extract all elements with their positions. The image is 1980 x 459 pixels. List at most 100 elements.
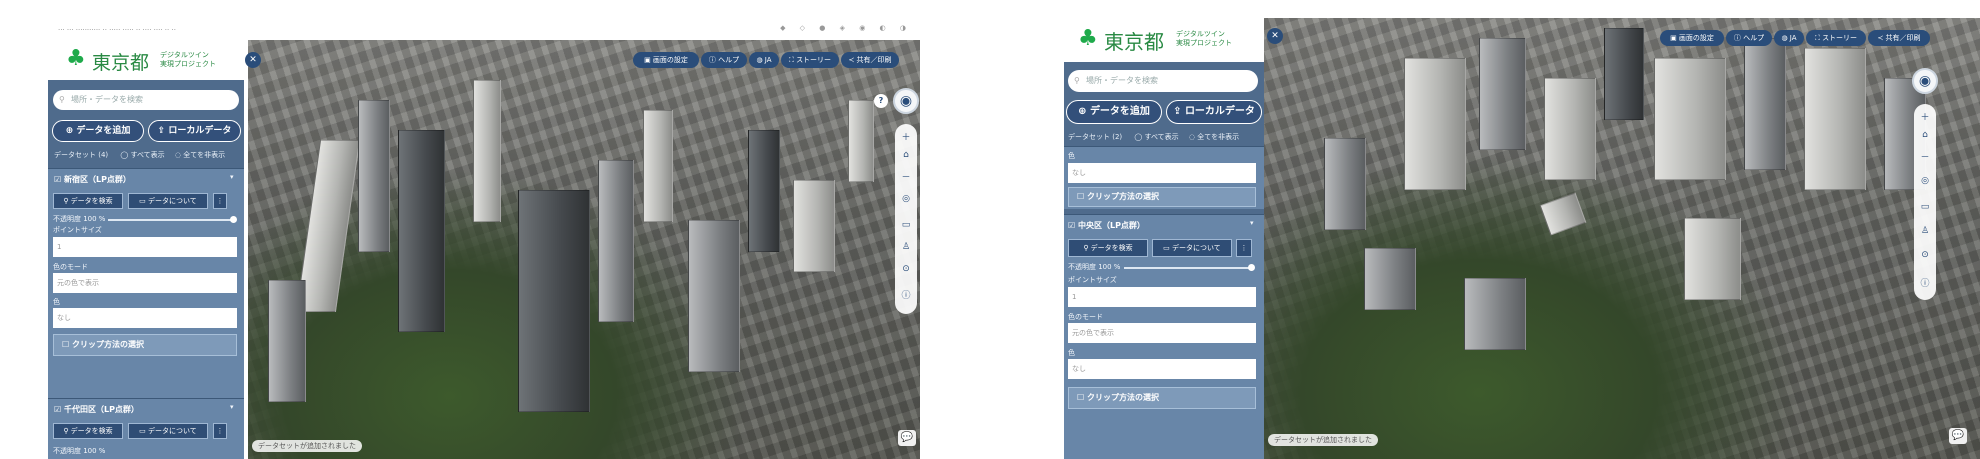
zoom-out-icon[interactable]: － <box>895 170 917 183</box>
search-input[interactable]: ⚲ 場所・データを検索 <box>1068 70 1258 92</box>
color-select[interactable]: なし <box>53 308 237 328</box>
building <box>688 220 740 372</box>
header-logo-area: ♣ 東京都 デジタルツイン 実現プロジェクト <box>48 40 244 80</box>
building <box>1654 58 1726 180</box>
data-search-button[interactable]: ⚲ データを検索 <box>53 423 123 439</box>
search-icon: ⚲ <box>59 95 65 104</box>
color-mode-select[interactable]: 元の色で表示 <box>1068 323 1256 343</box>
more-menu-icon[interactable]: ⋮ <box>213 193 227 209</box>
color-select[interactable]: なし <box>1068 359 1256 379</box>
more-menu-icon[interactable]: ⋮ <box>1236 239 1252 257</box>
search-input[interactable]: ⚲ 場所・データを検索 <box>53 90 239 110</box>
panel-close-icon[interactable]: ✕ <box>245 52 261 68</box>
data-search-button[interactable]: ⚲ データを検索 <box>53 193 123 209</box>
status-message: データセットが追加されました <box>1268 434 1378 446</box>
building <box>1364 248 1416 310</box>
layer-checkbox-title[interactable]: ☑ 新宿区（LP点群） <box>54 174 131 185</box>
panel-close-icon[interactable]: ✕ <box>1267 28 1283 44</box>
language-button[interactable]: ◍ JA <box>1774 30 1804 46</box>
clip-method-toggle[interactable]: ☐ クリップ方法の選択 <box>53 334 237 356</box>
home-icon[interactable]: ⌂ <box>1914 130 1936 140</box>
slider-knob[interactable] <box>1248 264 1255 271</box>
local-data-button[interactable]: ⇪ ローカルデータ <box>148 120 241 142</box>
language-button[interactable]: ◍ JA <box>749 52 779 68</box>
clip-method-toggle[interactable]: ☐ クリップ方法の選択 <box>1068 387 1256 409</box>
color-select[interactable]: なし <box>1068 163 1256 183</box>
map-navigation-bar: ＋ ⌂ － ◎ ▭ ♙ ⊙ ⓘ <box>1914 104 1936 300</box>
logo-text: 東京都 <box>92 52 150 74</box>
add-data-button[interactable]: ⊕ データを追加 <box>52 120 144 142</box>
data-about-button[interactable]: ▭ データについて <box>1152 239 1232 257</box>
dataset-count: データセット (4) <box>54 151 109 159</box>
color-label: 色 <box>1068 349 1075 357</box>
data-about-button[interactable]: ▭ データについて <box>128 423 208 439</box>
building <box>643 110 673 222</box>
status-message: データセットが追加されました <box>252 440 362 452</box>
compass-icon[interactable]: ◉ <box>1912 68 1938 94</box>
add-data-button[interactable]: ⊕ データを追加 <box>1066 100 1162 124</box>
clip-method-toggle[interactable]: ☐ クリップ方法の選択 <box>1068 187 1256 207</box>
point-size-field[interactable]: 1 <box>1068 287 1256 307</box>
show-all-button[interactable]: ◯ すべて表示 <box>1134 133 1178 141</box>
data-search-button[interactable]: ⚲ データを検索 <box>1068 239 1148 257</box>
story-button[interactable]: ⛶ ストーリー <box>1806 30 1866 46</box>
browser-extension-icons[interactable]: ◆ ◇ ● ◈ ◉ ◐ ◑ <box>780 24 912 32</box>
tokyo-leaf-icon: ♣ <box>66 46 86 71</box>
chevron-down-icon[interactable]: ▾ <box>230 403 234 411</box>
chat-icon[interactable]: 💬 <box>1949 428 1967 444</box>
building <box>1404 58 1466 190</box>
building <box>1684 218 1741 300</box>
point-size-field[interactable]: 1 <box>53 237 237 257</box>
building <box>748 130 780 252</box>
home-icon[interactable]: ⌂ <box>895 150 917 160</box>
opacity-label: 不透明度 100 % <box>53 215 106 223</box>
chevron-down-icon[interactable]: ▾ <box>230 173 234 181</box>
building <box>1744 38 1786 170</box>
compass-icon[interactable]: ◉ <box>893 88 919 114</box>
opacity-slider[interactable] <box>1124 264 1255 271</box>
pedestrian-icon[interactable]: ♙ <box>895 242 917 252</box>
zoom-out-icon[interactable]: － <box>1914 150 1936 163</box>
map-viewport[interactable] <box>1264 18 1980 459</box>
point-size-label: ポイントサイズ <box>1068 276 1117 284</box>
map-viewport[interactable] <box>248 40 920 459</box>
info-icon[interactable]: ⓘ <box>1914 276 1936 289</box>
more-menu-icon[interactable]: ⋮ <box>213 423 227 439</box>
color-mode-select[interactable]: 元の色で表示 <box>53 273 237 293</box>
slider-knob[interactable] <box>230 216 237 223</box>
opacity-slider[interactable] <box>108 216 237 223</box>
hide-all-button[interactable]: ◌ 全てを非表示 <box>1189 133 1239 141</box>
data-about-button[interactable]: ▭ データについて <box>128 193 208 209</box>
help-button[interactable]: ⓘ ヘルプ <box>701 52 747 68</box>
color-mode-label: 色のモード <box>1068 313 1103 321</box>
dataset-row: データセット (2) ◯ すべて表示 ◌ 全てを非表示 <box>1068 132 1239 142</box>
local-data-button[interactable]: ⇪ ローカルデータ <box>1166 100 1262 124</box>
pedestrian-icon[interactable]: ♙ <box>1914 226 1936 236</box>
share-print-button[interactable]: ≺ 共有／印刷 <box>841 52 899 68</box>
locate-icon[interactable]: ◎ <box>1914 176 1936 186</box>
hide-all-button[interactable]: ◌ 全てを非表示 <box>175 151 225 159</box>
layer-checkbox-title[interactable]: ☑ 中央区（LP点群） <box>1068 220 1145 231</box>
measure-icon[interactable]: ▭ <box>895 220 917 230</box>
browser-url[interactable]: ··· ··· ··········· ·· ····· ····· ·· ··… <box>58 26 176 34</box>
search-placeholder: 場所・データを検索 <box>71 95 143 104</box>
display-settings-button[interactable]: ▣ 画面の設定 <box>633 52 699 68</box>
measure-icon[interactable]: ▭ <box>1914 202 1936 212</box>
locate-icon[interactable]: ◎ <box>895 194 917 204</box>
chat-icon[interactable]: 💬 <box>898 430 916 446</box>
chevron-down-icon[interactable]: ▾ <box>1250 219 1254 227</box>
zoom-in-icon[interactable]: ＋ <box>895 130 917 143</box>
help-icon[interactable]: ? <box>874 94 888 108</box>
story-button[interactable]: ⛶ ストーリー <box>781 52 839 68</box>
view-icon[interactable]: ⊙ <box>895 264 917 274</box>
show-all-button[interactable]: ◯ すべて表示 <box>120 151 164 159</box>
layer-checkbox-title[interactable]: ☑ 千代田区（LP点群） <box>54 404 139 415</box>
display-settings-button[interactable]: ▣ 画面の設定 <box>1660 30 1724 46</box>
right-screenshot: ♣ 東京都 デジタルツイン 実現プロジェクト ⚲ 場所・データを検索 ⊕ データ… <box>1064 0 1980 459</box>
share-print-button[interactable]: ≺ 共有／印刷 <box>1868 30 1930 46</box>
help-button[interactable]: ⓘ ヘルプ <box>1726 30 1772 46</box>
tokyo-leaf-icon: ♣ <box>1078 26 1098 51</box>
info-icon[interactable]: ⓘ <box>895 288 917 301</box>
zoom-in-icon[interactable]: ＋ <box>1914 110 1936 123</box>
view-icon[interactable]: ⊙ <box>1914 250 1936 260</box>
